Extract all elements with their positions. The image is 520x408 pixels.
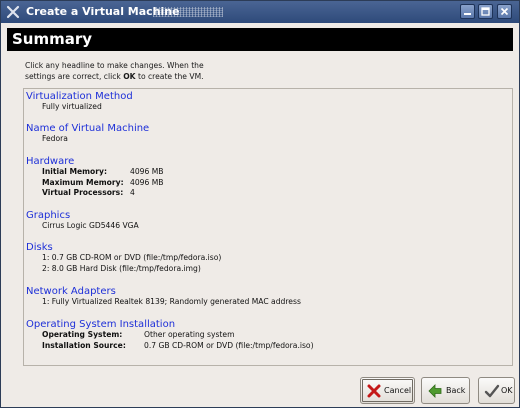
virtual-processors-label: Virtual Processors: <box>42 188 124 197</box>
back-button-label: Back <box>446 386 466 395</box>
os-installation-heading[interactable]: Operating System Installation <box>26 319 175 330</box>
ok-button[interactable]: OK <box>478 377 515 404</box>
operating-system-row: Operating System: Other operating system <box>42 330 234 341</box>
minimize-icon <box>464 13 471 15</box>
section-graphics: Graphics Cirrus Logic GD5446 VGA <box>26 210 139 232</box>
disks-heading[interactable]: Disks <box>26 242 221 253</box>
title-bar[interactable]: Create a Virtual Machine <box>1 1 519 23</box>
virtual-processors-row: Virtual Processors: 4 <box>42 188 135 199</box>
disk-item-1: 1: 0.7 GB CD-ROM or DVD (file:/tmp/fedor… <box>42 253 222 262</box>
network-adapters-heading[interactable]: Network Adapters <box>26 286 301 297</box>
close-button[interactable] <box>497 4 512 19</box>
close-icon <box>500 7 509 16</box>
operating-system-value: Other operating system <box>144 330 235 339</box>
instructions-line-1: Click any headline to make changes. When… <box>25 61 204 70</box>
section-os-installation: Operating System Installation Operating … <box>26 319 314 352</box>
disk-item-2: 2: 8.0 GB Hard Disk (file:/tmp/fedora.im… <box>42 263 201 273</box>
initial-memory-value: 4096 MB <box>130 167 164 176</box>
virtual-processors-value: 4 <box>130 188 135 197</box>
section-name: Name of Virtual Machine Fedora <box>26 123 149 145</box>
cancel-button[interactable]: Cancel <box>360 377 415 404</box>
initial-memory-row: Initial Memory: 4096 MB <box>42 167 164 178</box>
vm-name-value: Fedora <box>42 134 68 143</box>
graphics-value: Cirrus Logic GD5446 VGA <box>42 221 139 230</box>
cancel-button-label: Cancel <box>384 386 412 395</box>
maximum-memory-label: Maximum Memory: <box>42 177 124 187</box>
section-hardware: Hardware Initial Memory: 4096 MB Maximum… <box>26 156 164 199</box>
installation-source-label: Installation Source: <box>42 340 126 350</box>
graphics-heading[interactable]: Graphics <box>26 210 139 221</box>
virtualization-method-heading[interactable]: Virtualization Method <box>26 91 133 102</box>
vm-name-heading[interactable]: Name of Virtual Machine <box>26 123 149 134</box>
initial-memory-label: Initial Memory: <box>42 167 108 176</box>
check-icon <box>484 384 500 398</box>
operating-system-label: Operating System: <box>42 330 123 339</box>
hardware-heading[interactable]: Hardware <box>26 156 74 167</box>
back-button[interactable]: Back <box>421 377 470 404</box>
installation-source-value: 0.7 GB CD-ROM or DVD (file:/tmp/fedora.i… <box>144 340 314 350</box>
green-arrow-left-icon <box>428 384 442 398</box>
section-virtualization: Virtualization Method Fully virtualized <box>26 91 133 113</box>
instructions-line-2-prefix: settings are correct, click <box>25 72 124 81</box>
dialog-window: Create a Virtual Machine Summary Click a… <box>0 0 520 408</box>
instructions-text: Click any headline to make changes. When… <box>25 60 325 82</box>
instructions-line-2: settings are correct, click OK to create… <box>25 71 325 82</box>
maximum-memory-value: 4096 MB <box>130 177 164 187</box>
maximize-button[interactable] <box>478 4 493 19</box>
virtualization-method-value: Fully virtualized <box>42 102 102 111</box>
maximize-icon <box>481 7 490 16</box>
summary-panel: Virtualization Method Fully virtualized … <box>23 88 513 366</box>
instructions-ok-word: OK <box>123 72 136 81</box>
x-logo-icon[interactable] <box>6 5 20 19</box>
minimize-button[interactable] <box>460 4 475 19</box>
instructions-line-2-suffix: to create the VM. <box>135 72 204 81</box>
title-decoration <box>153 7 223 17</box>
maximum-memory-row: Maximum Memory: 4096 MB <box>42 178 164 189</box>
section-disks: Disks 1: 0.7 GB CD-ROM or DVD (file:/tmp… <box>26 242 221 274</box>
section-network: Network Adapters 1: Fully Virtualized Re… <box>26 286 301 308</box>
red-x-icon <box>367 384 381 398</box>
installation-source-row: Installation Source: 0.7 GB CD-ROM or DV… <box>42 340 314 352</box>
ok-button-label: OK <box>501 386 513 395</box>
network-adapter-item-1: 1: Fully Virtualized Realtek 8139; Rando… <box>42 297 301 306</box>
page-title: Summary <box>7 28 513 51</box>
